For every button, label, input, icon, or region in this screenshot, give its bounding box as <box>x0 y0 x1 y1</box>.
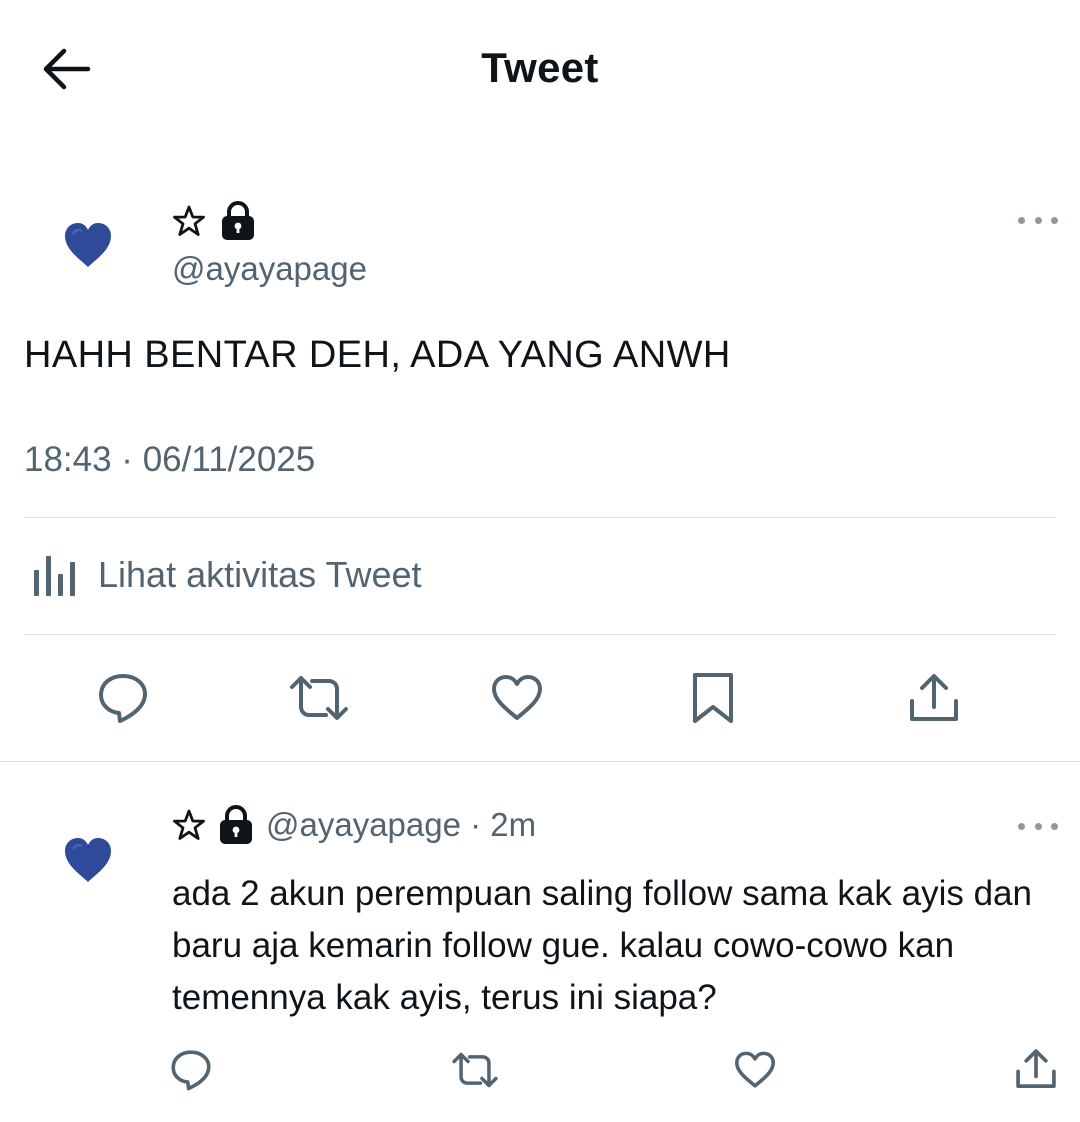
share-icon <box>910 674 958 721</box>
reply-text: ada 2 akun perempuan saling follow sama … <box>172 874 1032 1017</box>
star-outline-icon <box>172 808 206 842</box>
bookmark-button[interactable] <box>688 670 738 726</box>
like-button[interactable] <box>490 672 544 724</box>
analytics-bars-icon <box>34 556 75 596</box>
reply-retweet-button[interactable] <box>450 1050 500 1090</box>
like-icon <box>492 675 542 720</box>
more-dot <box>1034 822 1042 830</box>
reply-avatar[interactable] <box>60 832 116 888</box>
retweet-icon <box>452 1052 498 1088</box>
avatar[interactable] <box>60 217 116 273</box>
reply-handle-time: @ayayapage · 2m <box>266 806 537 843</box>
bookmark-icon <box>693 673 733 723</box>
divider <box>24 634 1056 635</box>
reply-reply-button[interactable] <box>168 1048 214 1092</box>
tweet-text: HAHH BENTAR DEH, ADA YANG ANWH <box>24 334 731 376</box>
reply-share-button[interactable] <box>1012 1046 1060 1092</box>
more-options-button[interactable] <box>1018 208 1058 232</box>
retweet-icon <box>290 676 348 720</box>
page-title: Tweet <box>481 44 599 91</box>
top-bar: Tweet <box>0 0 1080 140</box>
retweet-button[interactable] <box>288 672 350 724</box>
lock-icon <box>218 804 254 846</box>
more-dot <box>1051 216 1058 224</box>
lock-icon <box>220 200 256 242</box>
more-dot <box>1051 822 1058 830</box>
blue-heart-icon <box>65 223 111 267</box>
share-button[interactable] <box>906 670 962 726</box>
tweet-activity-link[interactable]: Lihat aktivitas Tweet <box>32 552 422 598</box>
display-name[interactable] <box>172 200 256 242</box>
more-dot <box>1034 216 1042 224</box>
user-handle[interactable]: @ayayapage <box>172 250 367 288</box>
section-divider <box>0 761 1080 762</box>
reply-like-button[interactable] <box>732 1050 778 1090</box>
tweet-timestamp[interactable]: 18:43 · 06/11/2025 <box>24 440 315 480</box>
star-outline-icon <box>172 204 206 238</box>
activity-label: Lihat aktivitas Tweet <box>98 554 422 595</box>
reply-icon <box>171 1050 211 1091</box>
divider <box>24 517 1056 518</box>
more-dot <box>1018 822 1025 830</box>
reply-button[interactable] <box>96 670 150 726</box>
reply-icon <box>99 674 147 723</box>
reply-header[interactable]: @ayayapage · 2m <box>172 804 536 846</box>
more-dot <box>1018 216 1025 224</box>
blue-heart-icon <box>65 838 111 882</box>
reply-more-options-button[interactable] <box>1018 814 1058 838</box>
like-icon <box>735 1051 775 1088</box>
share-icon <box>1016 1049 1056 1088</box>
